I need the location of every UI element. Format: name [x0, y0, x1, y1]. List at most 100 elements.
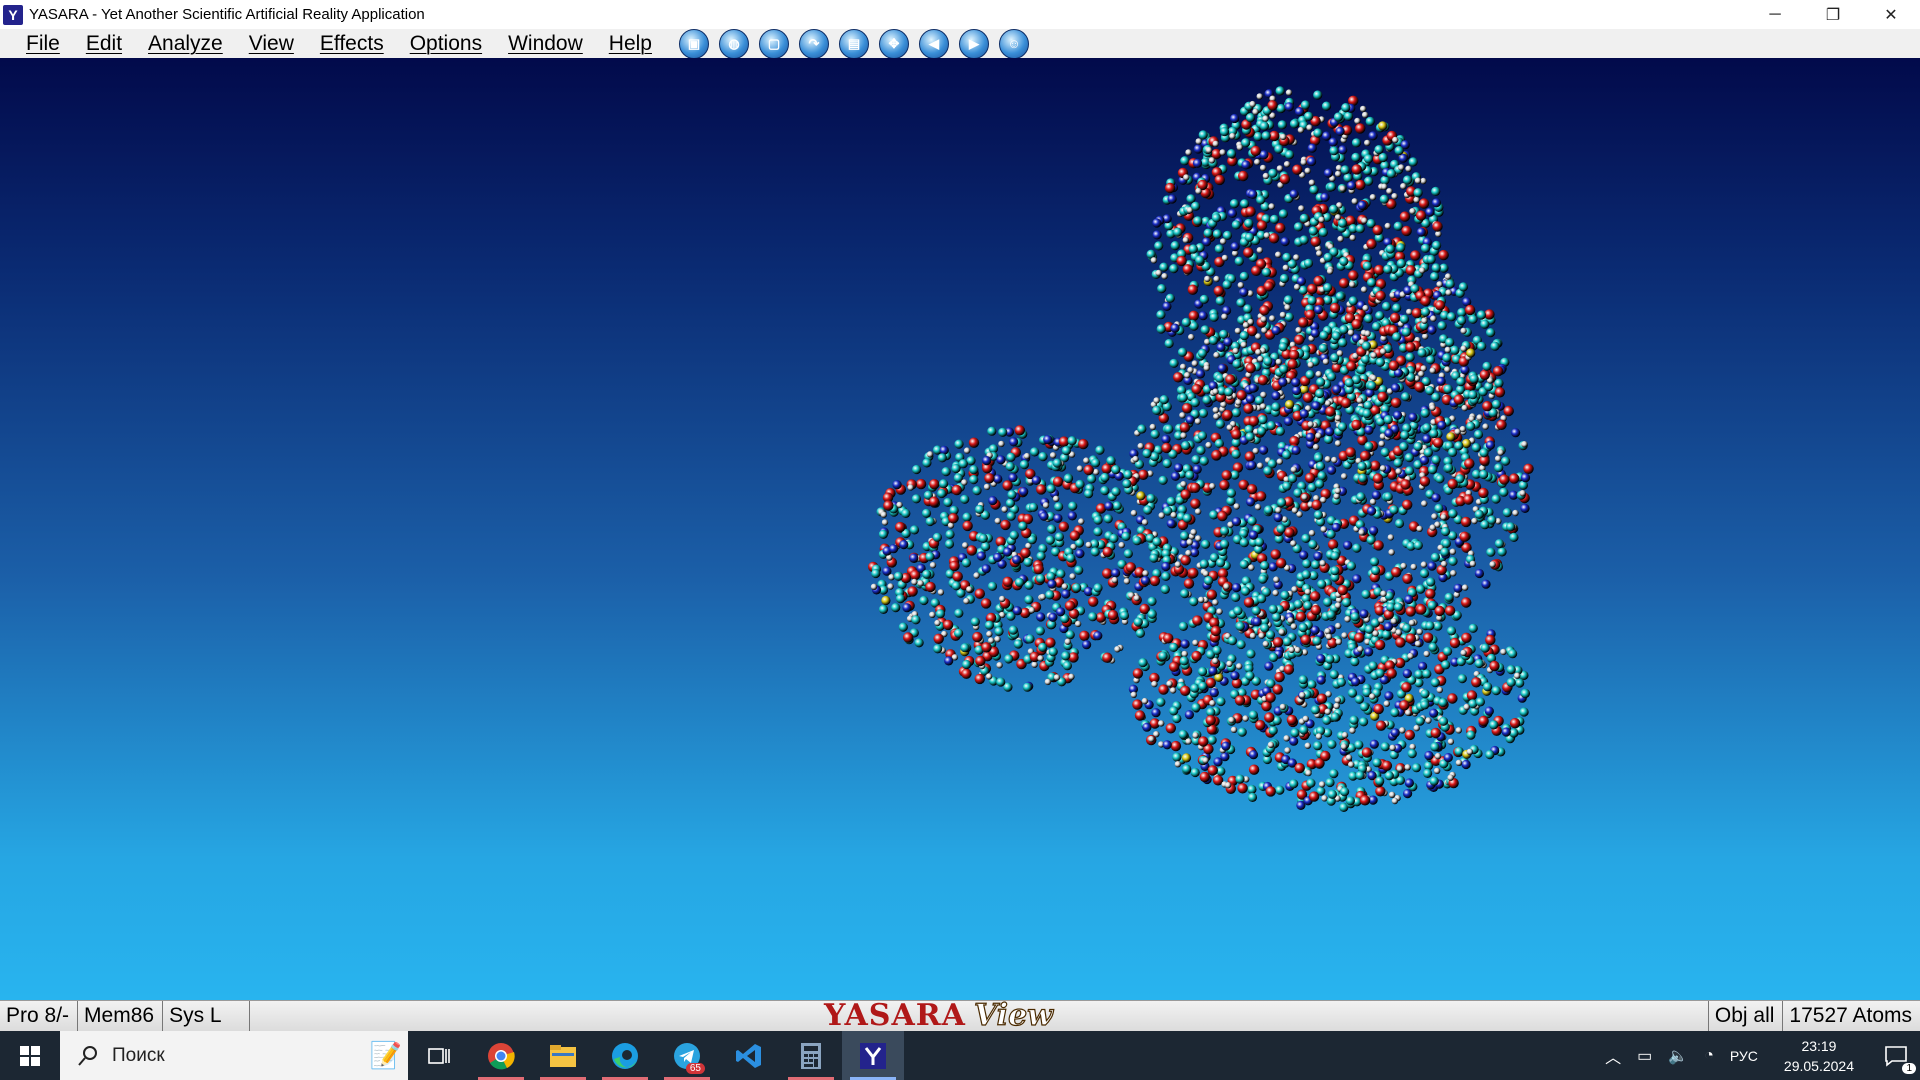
- hydrogen-atom[interactable]: [1186, 539, 1193, 546]
- carbon-atom[interactable]: [1258, 415, 1268, 425]
- carbon-atom[interactable]: [1384, 771, 1394, 781]
- carbon-atom[interactable]: [1282, 252, 1292, 262]
- carbon-atom[interactable]: [1445, 279, 1455, 289]
- oxygen-atom[interactable]: [1499, 474, 1510, 485]
- hydrogen-atom[interactable]: [1260, 391, 1267, 398]
- nitrogen-atom[interactable]: [1307, 143, 1317, 153]
- nitrogen-atom[interactable]: [1291, 377, 1301, 387]
- carbon-atom[interactable]: [960, 643, 970, 653]
- hydrogen-atom[interactable]: [1284, 747, 1291, 754]
- oxygen-atom[interactable]: [1255, 491, 1267, 502]
- hydrogen-atom[interactable]: [1349, 234, 1356, 241]
- oxygen-atom[interactable]: [1494, 387, 1506, 398]
- carbon-atom[interactable]: [1363, 400, 1373, 410]
- carbon-atom[interactable]: [1207, 735, 1217, 745]
- carbon-atom[interactable]: [1243, 304, 1253, 314]
- oxygen-atom[interactable]: [1411, 307, 1423, 319]
- oxygen-atom[interactable]: [1478, 715, 1489, 727]
- oxygen-atom[interactable]: [1401, 682, 1412, 693]
- oxygen-atom[interactable]: [968, 437, 980, 448]
- oxygen-atom[interactable]: [1447, 478, 1458, 490]
- hydrogen-atom[interactable]: [1181, 650, 1188, 658]
- nitrogen-atom[interactable]: [1474, 568, 1484, 579]
- carbon-atom[interactable]: [1173, 227, 1183, 237]
- hydrogen-atom[interactable]: [1359, 105, 1367, 113]
- carbon-atom[interactable]: [1266, 421, 1276, 431]
- carbon-atom[interactable]: [1156, 324, 1166, 334]
- carbon-atom[interactable]: [1375, 311, 1385, 321]
- hydrogen-atom[interactable]: [1295, 327, 1302, 334]
- carbon-atom[interactable]: [1327, 739, 1337, 749]
- carbon-atom[interactable]: [1158, 475, 1168, 485]
- carbon-atom[interactable]: [1257, 426, 1267, 436]
- carbon-atom[interactable]: [994, 626, 1004, 637]
- carbon-atom[interactable]: [1259, 121, 1269, 131]
- hydrogen-atom[interactable]: [1514, 672, 1521, 679]
- nitrogen-atom[interactable]: [1248, 530, 1259, 540]
- nitrogen-atom[interactable]: [1323, 168, 1333, 178]
- carbon-atom[interactable]: [1307, 679, 1317, 690]
- oxygen-atom[interactable]: [1447, 693, 1458, 704]
- nitrogen-atom[interactable]: [1231, 517, 1242, 527]
- carbon-atom[interactable]: [1202, 395, 1212, 405]
- hydrogen-atom[interactable]: [1137, 442, 1144, 450]
- oxygen-atom[interactable]: [1134, 710, 1146, 721]
- carbon-atom[interactable]: [1337, 422, 1348, 432]
- menu-effects[interactable]: Effects: [307, 32, 397, 56]
- carbon-atom[interactable]: [1485, 750, 1495, 760]
- carbon-atom[interactable]: [1156, 310, 1166, 320]
- hydrogen-atom[interactable]: [1348, 761, 1355, 768]
- carbon-atom[interactable]: [1274, 144, 1284, 154]
- oxygen-atom[interactable]: [1183, 578, 1195, 589]
- carbon-atom[interactable]: [1313, 510, 1323, 520]
- hydrogen-atom[interactable]: [1380, 590, 1387, 597]
- oxygen-atom[interactable]: [1464, 458, 1475, 469]
- hydrogen-atom[interactable]: [1150, 257, 1158, 264]
- carbon-atom[interactable]: [1245, 113, 1256, 123]
- carbon-atom[interactable]: [1431, 392, 1441, 402]
- carbon-atom[interactable]: [1048, 647, 1058, 657]
- oxygen-atom[interactable]: [1173, 372, 1184, 383]
- carbon-atom[interactable]: [1299, 213, 1309, 223]
- carbon-atom[interactable]: [1222, 280, 1232, 290]
- carbon-atom[interactable]: [1494, 378, 1504, 388]
- oxygen-atom[interactable]: [1259, 305, 1270, 316]
- carbon-atom[interactable]: [1046, 484, 1056, 494]
- carbon-atom[interactable]: [1200, 325, 1210, 335]
- close-button[interactable]: ✕: [1862, 0, 1920, 29]
- hydrogen-atom[interactable]: [1339, 185, 1346, 192]
- oxygen-atom[interactable]: [1267, 100, 1278, 111]
- carbon-atom[interactable]: [1045, 535, 1055, 545]
- carbon-atom[interactable]: [1325, 654, 1335, 664]
- carbon-atom[interactable]: [1254, 537, 1264, 547]
- carbon-atom[interactable]: [1469, 374, 1479, 384]
- oxygen-atom[interactable]: [1400, 479, 1411, 490]
- carbon-atom[interactable]: [925, 552, 935, 562]
- carbon-atom[interactable]: [1100, 472, 1110, 483]
- oxygen-atom[interactable]: [1351, 319, 1362, 330]
- carbon-atom[interactable]: [1364, 441, 1374, 451]
- hydrogen-atom[interactable]: [1440, 513, 1447, 521]
- carbon-atom[interactable]: [1170, 241, 1180, 251]
- oxygen-atom[interactable]: [1311, 499, 1322, 511]
- carbon-atom[interactable]: [1489, 720, 1499, 730]
- carbon-atom[interactable]: [1123, 470, 1133, 480]
- carbon-atom[interactable]: [1067, 436, 1077, 446]
- carbon-atom[interactable]: [1362, 408, 1372, 419]
- carbon-atom[interactable]: [1343, 111, 1354, 121]
- oxygen-atom[interactable]: [1225, 374, 1236, 385]
- carbon-atom[interactable]: [1185, 470, 1195, 480]
- carbon-atom[interactable]: [1339, 256, 1349, 266]
- oxygen-atom[interactable]: [980, 598, 992, 609]
- hydrogen-atom[interactable]: [1476, 414, 1483, 421]
- hydrogen-atom[interactable]: [1233, 503, 1240, 510]
- nitrogen-atom[interactable]: [1248, 383, 1258, 393]
- carbon-atom[interactable]: [1093, 515, 1103, 525]
- carbon-atom[interactable]: [1189, 597, 1199, 607]
- hydrogen-atom[interactable]: [963, 597, 970, 605]
- hydrogen-atom[interactable]: [1191, 360, 1199, 367]
- oxygen-atom[interactable]: [961, 668, 972, 679]
- hydrogen-atom[interactable]: [1291, 507, 1299, 514]
- oxygen-atom[interactable]: [1361, 747, 1373, 758]
- hydrogen-atom[interactable]: [1421, 317, 1428, 324]
